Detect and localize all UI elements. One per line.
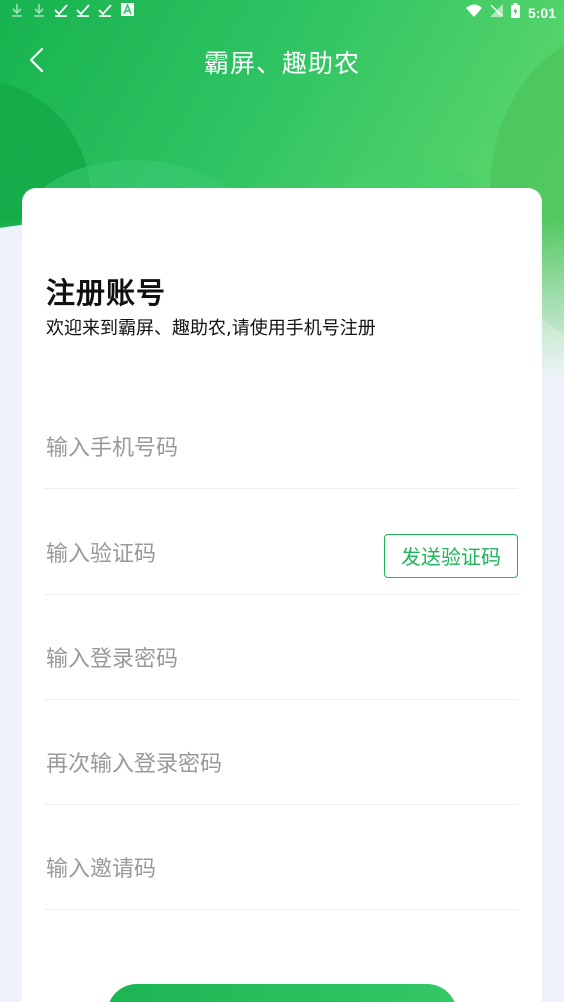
page-title: 霸屏、趣助农	[203, 49, 360, 78]
verification-code-input[interactable]: 输入验证码 发送验证码	[44, 489, 518, 595]
invite-code-input[interactable]: 输入邀请码	[44, 804, 518, 910]
register-screen: 5:01 霸屏、趣助农 注册账号 欢迎来到霸屏、趣助农,请使用手机号注册 输入手…	[0, 0, 564, 1002]
invite-code-placeholder: 输入邀请码	[46, 857, 157, 882]
register-button[interactable]	[107, 984, 457, 1002]
no-signal-icon	[489, 4, 503, 21]
title-bar: 霸屏、趣助农	[0, 36, 564, 86]
confirm-password-input[interactable]: 再次输入登录密码	[44, 699, 518, 805]
password-input[interactable]: 输入登录密码	[44, 594, 518, 700]
form-heading: 注册账号	[46, 276, 167, 310]
system-icons: 5:01	[465, 3, 556, 22]
check-icon	[98, 3, 112, 21]
send-code-button[interactable]: 发送验证码	[384, 534, 518, 578]
battery-charging-icon	[510, 3, 520, 22]
notification-icons	[10, 2, 134, 21]
clock: 5:01	[527, 4, 556, 21]
code-placeholder: 输入验证码	[46, 542, 157, 567]
check-icon	[76, 3, 90, 21]
download-icon	[10, 3, 24, 21]
confirm-password-placeholder: 再次输入登录密码	[46, 752, 223, 777]
wifi-icon	[465, 4, 482, 21]
check-icon	[54, 3, 68, 21]
status-bar: 5:01	[0, 0, 564, 24]
a-icon	[120, 2, 134, 21]
phone-placeholder: 输入手机号码	[46, 436, 179, 461]
phone-input[interactable]: 输入手机号码	[44, 384, 518, 489]
download-icon	[32, 3, 46, 21]
form-subheading: 欢迎来到霸屏、趣助农,请使用手机号注册	[46, 318, 376, 339]
password-placeholder: 输入登录密码	[46, 647, 179, 672]
register-card: 注册账号 欢迎来到霸屏、趣助农,请使用手机号注册 输入手机号码 输入验证码 发送…	[22, 188, 542, 1002]
